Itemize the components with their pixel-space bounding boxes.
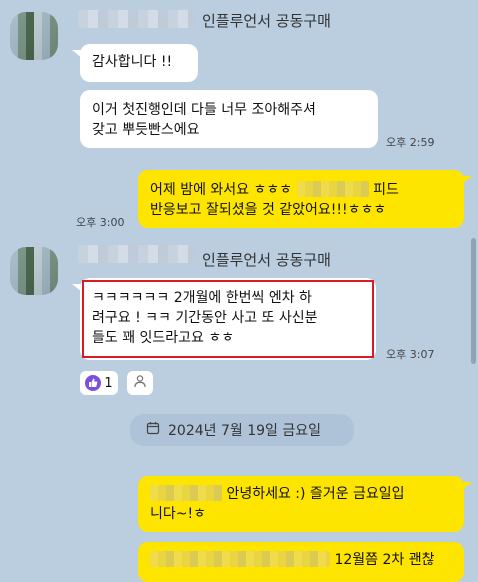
blurred-mention xyxy=(150,485,222,501)
message-text: 피드 xyxy=(373,182,399,198)
my-message-bubble[interactable]: 안녕하세요 :) 즐거운 금요일입 니다~!ㅎ xyxy=(138,476,464,532)
message-text: 이거 첫진행인데 다들 너무 조아해주셔 갖고 뿌듯빤스에요 xyxy=(92,102,316,138)
blurred-mention xyxy=(296,181,369,197)
calendar-icon xyxy=(146,421,160,439)
message-text: 반응보고 잘되셨을 것 같았어요!!!ㅎㅎㅎ xyxy=(150,202,387,218)
like-reaction[interactable]: 1 xyxy=(80,371,118,395)
user-outline-icon xyxy=(133,374,147,392)
message-bubble[interactable]: 감사합니다 !! xyxy=(80,44,198,82)
message-text: 감사합니다 !! xyxy=(92,54,173,70)
avatar[interactable] xyxy=(10,247,58,295)
message-text: 어제 밤에 와서요 ㅎㅎㅎ xyxy=(150,182,293,198)
message-line: 어제 밤에 와서요 ㅎㅎㅎ 피드 xyxy=(150,180,452,200)
scrollbar-thumb[interactable] xyxy=(471,238,476,364)
sender-name: 인플루언서 공동구매 xyxy=(202,251,331,269)
add-reaction-button[interactable] xyxy=(127,371,153,395)
blurred-sender-name xyxy=(78,245,194,263)
date-text: 2024년 7월 19일 금요일 xyxy=(168,423,321,439)
message-time: 오후 3:00 xyxy=(76,216,125,229)
reaction-count: 1 xyxy=(104,375,113,391)
bubble-tail xyxy=(72,50,82,58)
my-message-bubble[interactable]: 12월쯤 2차 괜찮 xyxy=(138,542,464,582)
bubble-tail xyxy=(462,176,472,184)
message-text: 안녕하세요 :) 즐거운 금요일입 xyxy=(226,486,405,502)
message-time: 오후 3:07 xyxy=(386,348,435,361)
message-text: 니다~!ㅎ xyxy=(150,506,206,522)
date-divider: 2024년 7월 19일 금요일 xyxy=(130,414,354,446)
message-bubble[interactable]: 이거 첫진행인데 다들 너무 조아해주셔 갖고 뿌듯빤스에요 xyxy=(80,90,378,148)
highlight-box xyxy=(82,280,374,358)
blurred-sender-name xyxy=(78,10,194,28)
message-time: 오후 2:59 xyxy=(386,136,435,149)
my-message-bubble[interactable]: 어제 밤에 와서요 ㅎㅎㅎ 피드 반응보고 잘되셨을 것 같았어요!!!ㅎㅎㅎ xyxy=(138,170,464,228)
like-reaction-icon xyxy=(85,375,102,391)
bubble-tail xyxy=(72,284,82,292)
avatar[interactable] xyxy=(10,12,58,60)
bubble-tail xyxy=(462,482,472,490)
message-line: 안녕하세요 :) 즐거운 금요일입 xyxy=(150,484,452,504)
sender-name: 인플루언서 공동구매 xyxy=(202,12,331,30)
message-text: 12월쯤 2차 괜찮 xyxy=(334,552,435,568)
